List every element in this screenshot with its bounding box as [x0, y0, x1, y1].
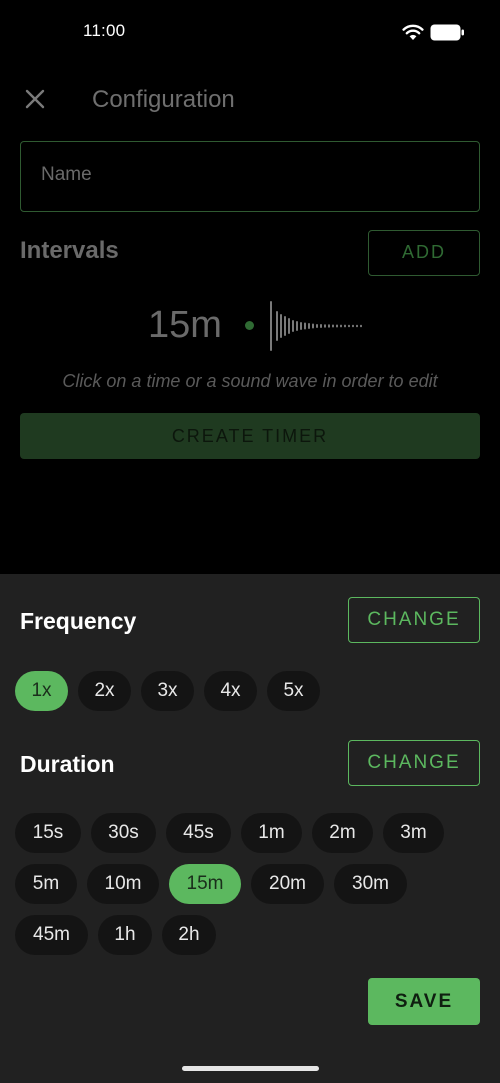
- intervals-title: Intervals: [20, 237, 119, 264]
- duration-title: Duration: [20, 751, 115, 777]
- wifi-icon: [402, 24, 424, 40]
- frequency-chip-2x[interactable]: 2x: [78, 671, 131, 711]
- frequency-change-button[interactable]: CHANGE: [348, 597, 480, 643]
- page-title: Configuration: [92, 86, 235, 113]
- frequency-chip-5x[interactable]: 5x: [267, 671, 320, 711]
- duration-chip-20m[interactable]: 20m: [251, 864, 324, 904]
- top-bar: Configuration: [0, 80, 500, 120]
- interval-dot: [245, 321, 254, 330]
- duration-change-button[interactable]: CHANGE: [348, 740, 480, 786]
- name-field[interactable]: Name: [20, 141, 480, 212]
- duration-chip-15s[interactable]: 15s: [15, 813, 81, 853]
- duration-chip-2m[interactable]: 2m: [312, 813, 373, 853]
- name-field-placeholder: Name: [41, 164, 92, 185]
- sound-wave-icon[interactable]: [268, 301, 368, 351]
- duration-chip-30m[interactable]: 30m: [334, 864, 407, 904]
- screen: 11:00 Configuration Name Intervals ADD 1…: [0, 0, 500, 1083]
- bottom-sheet: Frequency CHANGE 1x 2x 3x 4x 5x Duration…: [0, 574, 500, 1083]
- status-time: 11:00: [83, 21, 126, 40]
- status-bar: 11:00: [0, 0, 500, 64]
- duration-chip-3m[interactable]: 3m: [383, 813, 444, 853]
- battery-icon: [430, 24, 464, 41]
- duration-chip-45s[interactable]: 45s: [166, 813, 231, 853]
- duration-chip-2h[interactable]: 2h: [162, 915, 216, 955]
- edit-hint: Click on a time or a sound wave in order…: [62, 371, 438, 391]
- close-icon[interactable]: [24, 88, 46, 110]
- frequency-chip-3x[interactable]: 3x: [141, 671, 194, 711]
- interval-time[interactable]: 15m: [148, 304, 222, 347]
- home-indicator[interactable]: [182, 1066, 319, 1071]
- duration-chip-10m[interactable]: 10m: [87, 864, 159, 904]
- duration-chip-45m[interactable]: 45m: [15, 915, 88, 955]
- duration-chip-5m[interactable]: 5m: [15, 864, 77, 904]
- add-interval-button[interactable]: ADD: [368, 230, 480, 276]
- duration-chip-1m[interactable]: 1m: [241, 813, 302, 853]
- duration-chip-15m[interactable]: 15m: [169, 864, 241, 904]
- frequency-title: Frequency: [20, 608, 137, 634]
- duration-chip-30s[interactable]: 30s: [91, 813, 156, 853]
- frequency-chip-1x[interactable]: 1x: [15, 671, 68, 711]
- interval-item: 15m: [0, 300, 500, 352]
- create-timer-button[interactable]: CREATE TIMER: [20, 413, 480, 459]
- frequency-chip-4x[interactable]: 4x: [204, 671, 257, 711]
- save-button[interactable]: SAVE: [368, 978, 480, 1025]
- duration-chip-1h[interactable]: 1h: [98, 915, 152, 955]
